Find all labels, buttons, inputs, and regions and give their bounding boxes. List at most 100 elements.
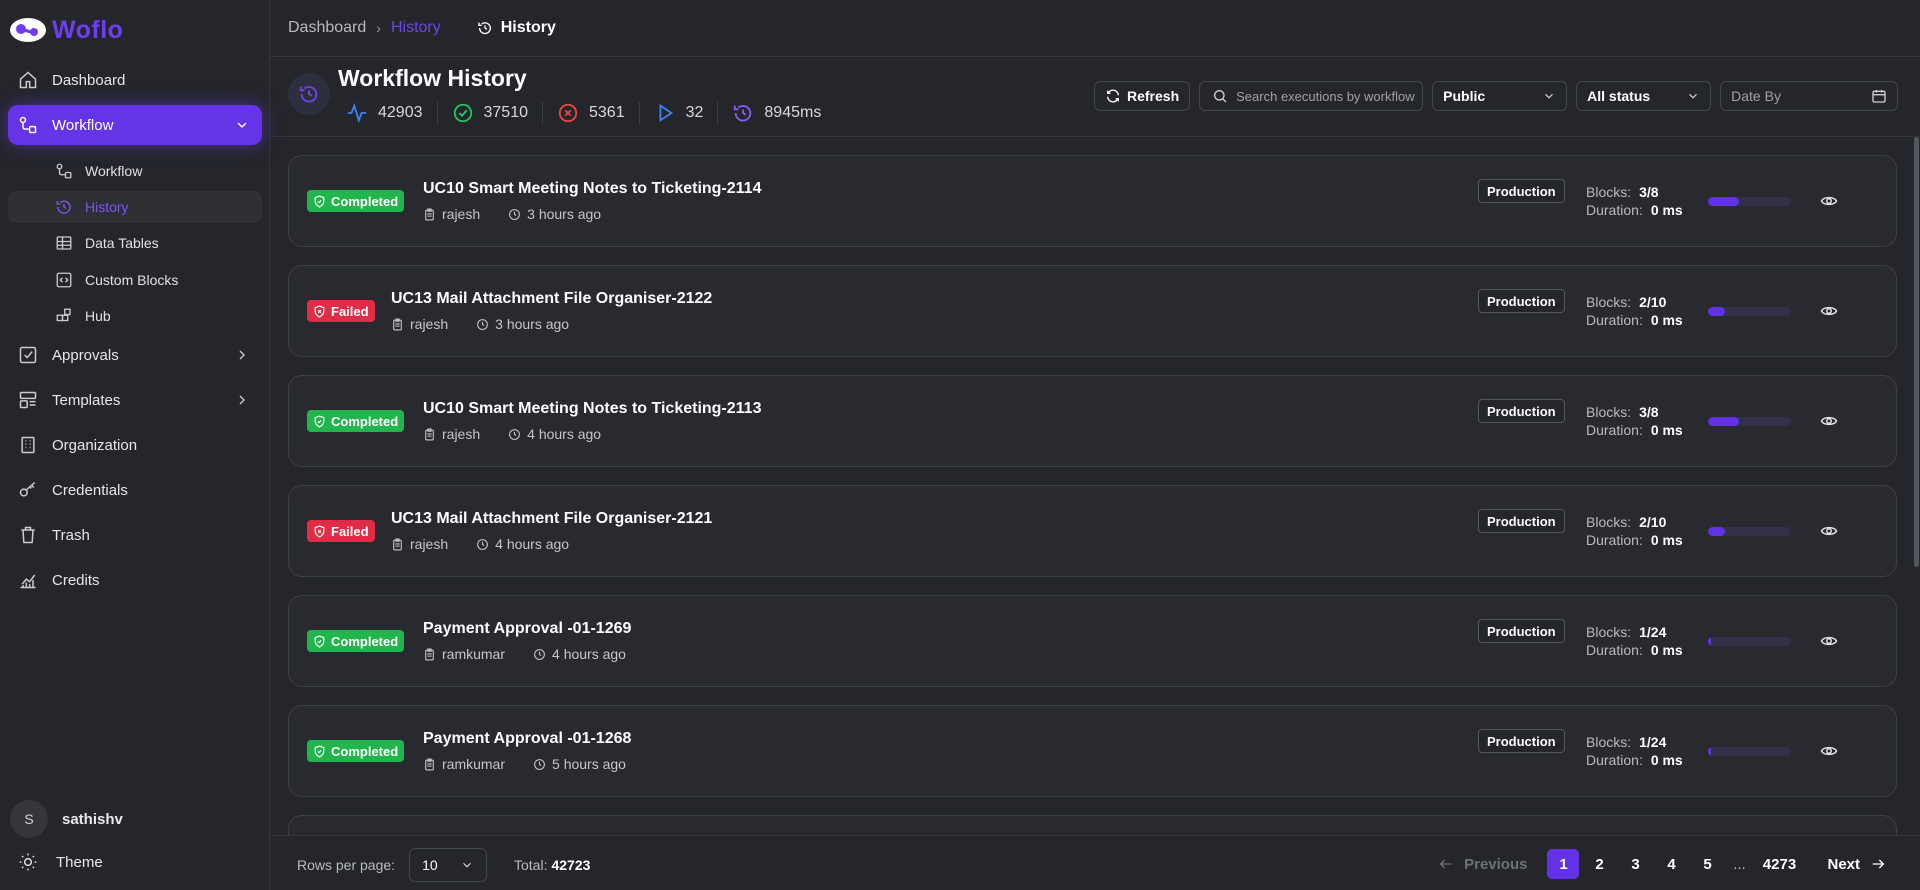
breadcrumb-history-link[interactable]: History bbox=[391, 19, 441, 37]
execution-card[interactable]: Completed UC10 Smart Meeting Notes to Ti… bbox=[288, 155, 1897, 247]
sidebar-subitem-label: Data Tables bbox=[85, 235, 159, 251]
status-select[interactable]: All status bbox=[1576, 81, 1712, 111]
sidebar-subitem-workflow[interactable]: Workflow bbox=[8, 155, 262, 187]
sidebar-item-organization[interactable]: Organization bbox=[8, 425, 262, 465]
sidebar-item-credentials[interactable]: Credentials bbox=[8, 470, 262, 510]
visibility-value: Public bbox=[1443, 88, 1486, 104]
page-button-4[interactable]: 4 bbox=[1655, 849, 1687, 879]
execution-meta: rajesh 4 hours ago bbox=[423, 426, 601, 442]
page-button-1[interactable]: 1 bbox=[1547, 849, 1580, 879]
page-button-2[interactable]: 2 bbox=[1583, 849, 1615, 879]
rows-per-page-select[interactable]: 10 bbox=[409, 848, 488, 882]
sidebar-item-label: Trash bbox=[52, 526, 90, 544]
duration-value: 0 ms bbox=[1650, 202, 1683, 218]
sidebar-subitem-hub[interactable]: Hub bbox=[8, 300, 262, 332]
activity-icon bbox=[347, 102, 367, 124]
execution-user: rajesh bbox=[410, 316, 449, 332]
sidebar-subitem-data-tables[interactable]: Data Tables bbox=[8, 227, 262, 259]
sidebar-subitem-label: Hub bbox=[85, 308, 111, 324]
progress-bar bbox=[1708, 637, 1791, 646]
duration-value: 0 ms bbox=[1650, 532, 1683, 548]
blocks-label: Blocks: bbox=[1586, 294, 1632, 310]
breadcrumb-dashboard[interactable]: Dashboard bbox=[288, 19, 366, 37]
sidebar-item-workflow[interactable]: Workflow bbox=[8, 105, 262, 145]
user-profile[interactable]: S sathishv bbox=[10, 800, 123, 838]
execution-user: rajesh bbox=[410, 536, 449, 552]
blocks-value: 2/10 bbox=[1639, 294, 1667, 310]
sidebar-subitem-label: History bbox=[85, 199, 129, 215]
environment-badge: Production bbox=[1478, 619, 1565, 643]
execution-card[interactable]: Completed Payment Approval -01-1269 ramk… bbox=[288, 595, 1897, 687]
chevron-down-icon bbox=[237, 122, 247, 128]
execution-card[interactable]: Failed UC13 Mail Attachment File Organis… bbox=[288, 265, 1897, 357]
execution-card[interactable]: Failed UC13 Mail Attachment File Organis… bbox=[288, 485, 1897, 577]
status-label: Completed bbox=[331, 743, 399, 759]
stats-bar: 42903 37510 5361 32 8945ms bbox=[346, 99, 835, 127]
execution-meta: ramkumar 4 hours ago bbox=[423, 646, 626, 662]
execution-title[interactable]: Payment Approval -01-1269 bbox=[423, 620, 631, 638]
theme-toggle[interactable]: Theme bbox=[18, 852, 103, 872]
progress-fill bbox=[1708, 197, 1740, 206]
blocks-label: Blocks: bbox=[1586, 624, 1632, 640]
sidebar-subitem-history[interactable]: History bbox=[8, 191, 262, 223]
execution-time: 4 hours ago bbox=[527, 426, 602, 442]
view-icon[interactable] bbox=[1820, 192, 1838, 210]
view-icon[interactable] bbox=[1820, 412, 1838, 430]
visibility-select[interactable]: Public bbox=[1432, 81, 1568, 111]
execution-meta: ramkumar 5 hours ago bbox=[423, 756, 626, 772]
progress-bar bbox=[1708, 417, 1791, 426]
date-picker[interactable]: Date By bbox=[1720, 81, 1899, 111]
sidebar-item-credits[interactable]: Credits bbox=[8, 560, 262, 600]
next-page-button[interactable]: Next bbox=[1827, 856, 1886, 873]
execution-card-partial[interactable] bbox=[288, 815, 1897, 835]
execution-title[interactable]: Payment Approval -01-1268 bbox=[423, 730, 631, 748]
execution-card[interactable]: Completed Payment Approval -01-1268 ramk… bbox=[288, 705, 1897, 797]
page-button-5[interactable]: 5 bbox=[1691, 849, 1723, 879]
sidebar-subitem-custom-blocks[interactable]: Custom Blocks bbox=[8, 264, 262, 296]
stat-avg-duration-value: 8945ms bbox=[764, 104, 822, 121]
chevron-down-icon bbox=[1545, 93, 1554, 99]
sidebar-item-dashboard[interactable]: Dashboard bbox=[8, 60, 262, 100]
scrollbar[interactable] bbox=[1914, 137, 1919, 567]
execution-title[interactable]: UC13 Mail Attachment File Organiser-2121 bbox=[391, 510, 712, 528]
refresh-button[interactable]: Refresh bbox=[1094, 81, 1191, 111]
execution-card[interactable]: Completed UC10 Smart Meeting Notes to Ti… bbox=[288, 375, 1897, 467]
search-input[interactable] bbox=[1236, 88, 1417, 104]
stat-failed: 5361 bbox=[542, 102, 639, 124]
checkbox-icon bbox=[19, 346, 37, 364]
shield-x-icon bbox=[314, 304, 325, 318]
execution-title[interactable]: UC13 Mail Attachment File Organiser-2122 bbox=[391, 290, 712, 308]
rows-per-page: Rows per page: 10 bbox=[297, 848, 488, 882]
sidebar-item-approvals[interactable]: Approvals bbox=[8, 335, 262, 375]
clock-icon bbox=[509, 208, 521, 220]
search-box bbox=[1199, 81, 1424, 111]
table-icon bbox=[56, 236, 72, 250]
view-icon[interactable] bbox=[1820, 522, 1838, 540]
stat-running-value: 32 bbox=[685, 104, 704, 121]
view-icon[interactable] bbox=[1820, 302, 1838, 320]
page-button-last[interactable]: 4273 bbox=[1755, 849, 1803, 879]
execution-title[interactable]: UC10 Smart Meeting Notes to Ticketing-21… bbox=[423, 180, 761, 198]
status-label: Completed bbox=[331, 413, 399, 429]
sidebar-item-trash[interactable]: Trash bbox=[8, 515, 262, 555]
page-button-3[interactable]: 3 bbox=[1619, 849, 1651, 879]
history-icon bbox=[478, 22, 491, 35]
clipboard-icon bbox=[425, 758, 434, 770]
view-icon[interactable] bbox=[1820, 742, 1838, 760]
app-logo[interactable]: Woflo bbox=[8, 12, 123, 48]
total-label: Total: bbox=[514, 857, 548, 873]
sidebar-subitem-label: Workflow bbox=[85, 163, 143, 179]
sidebar-item-templates[interactable]: Templates bbox=[8, 380, 262, 420]
play-icon bbox=[659, 103, 673, 123]
calendar-icon bbox=[1872, 90, 1886, 103]
blocks-value: 1/24 bbox=[1639, 734, 1667, 750]
workflow-icon bbox=[56, 163, 72, 179]
arrow-right-icon bbox=[1872, 859, 1885, 869]
progress-fill bbox=[1708, 527, 1725, 536]
next-label: Next bbox=[1827, 855, 1860, 873]
blocks-value: 1/24 bbox=[1639, 624, 1667, 640]
previous-page-button[interactable]: Previous bbox=[1438, 856, 1527, 873]
view-icon[interactable] bbox=[1820, 632, 1838, 650]
sun-icon bbox=[19, 853, 37, 871]
execution-title[interactable]: UC10 Smart Meeting Notes to Ticketing-21… bbox=[423, 400, 761, 418]
